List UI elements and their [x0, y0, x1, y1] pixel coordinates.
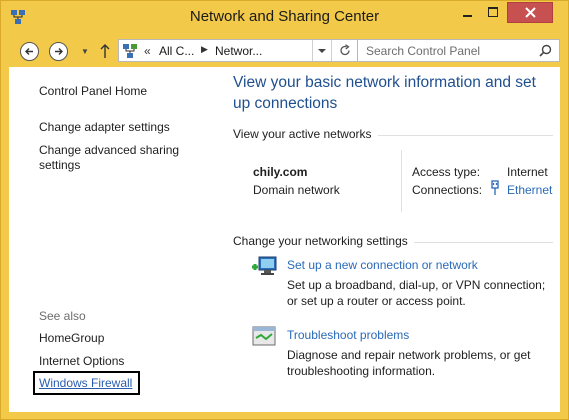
- navigation-bar: ▼ « All C... ▶ Networ... Search Control …: [9, 35, 560, 67]
- sidebar-item-windows-firewall[interactable]: Windows Firewall: [39, 376, 132, 391]
- connections-label: Connections:: [412, 183, 483, 197]
- ethernet-icon: [491, 180, 499, 195]
- breadcrumb-all-control-panel[interactable]: All C...: [159, 44, 194, 58]
- refresh-icon: [340, 44, 350, 56]
- change-settings-label: Change your networking settings: [233, 234, 408, 248]
- control-panel-icon: [123, 44, 137, 58]
- ethernet-connection-link[interactable]: Ethernet: [507, 183, 552, 197]
- divider: [378, 135, 553, 136]
- address-bar[interactable]: « All C... ▶ Networ...: [118, 39, 359, 62]
- network-type: Domain network: [253, 183, 340, 197]
- new-connection-icon: [252, 256, 277, 275]
- troubleshoot-problems-description: Diagnose and repair network problems, or…: [287, 348, 531, 378]
- up-arrow-icon[interactable]: [99, 42, 111, 60]
- maximize-button[interactable]: [480, 2, 506, 22]
- minimize-button[interactable]: [454, 2, 480, 22]
- arrow-left-icon: [25, 48, 33, 55]
- task-pane: Control Panel Home Change adapter settin…: [9, 67, 219, 412]
- forward-button[interactable]: [49, 42, 68, 61]
- sidebar-item-change-advanced-sharing[interactable]: Change advanced sharing settings: [39, 143, 189, 173]
- sidebar-item-internet-options[interactable]: Internet Options: [39, 354, 124, 369]
- sidebar-item-control-panel-home[interactable]: Control Panel Home: [39, 84, 147, 99]
- refresh-button[interactable]: [331, 40, 358, 61]
- title-bar[interactable]: Network and Sharing Center: [1, 1, 568, 33]
- breadcrumb-overflow[interactable]: «: [144, 44, 151, 58]
- setup-new-connection-description: Set up a broadband, dial-up, or VPN conn…: [287, 278, 546, 308]
- see-also-label: See also: [39, 309, 86, 323]
- search-input[interactable]: Search Control Panel: [357, 39, 560, 62]
- back-button[interactable]: [20, 42, 39, 61]
- active-networks-label: View your active networks: [233, 127, 372, 141]
- troubleshoot-problems-link[interactable]: Troubleshoot problems: [287, 328, 409, 342]
- sidebar-item-change-adapter-settings[interactable]: Change adapter settings: [39, 120, 170, 135]
- access-type-label: Access type:: [412, 165, 481, 179]
- search-icon[interactable]: [539, 44, 552, 57]
- address-dropdown-button[interactable]: [312, 40, 331, 61]
- close-icon: [525, 7, 536, 18]
- breadcrumb-network[interactable]: Networ...: [215, 44, 262, 58]
- breadcrumb-separator-icon[interactable]: ▶: [201, 44, 208, 55]
- content-area: Control Panel Home Change adapter settin…: [9, 67, 560, 412]
- main-panel: View your basic network information and …: [233, 67, 560, 412]
- troubleshoot-icon: [252, 326, 276, 346]
- window: Network and Sharing Center ▼ « All C... …: [0, 0, 569, 420]
- access-type-value: Internet: [507, 165, 548, 179]
- arrow-right-icon: [55, 48, 63, 55]
- search-placeholder: Search Control Panel: [366, 44, 481, 58]
- close-button[interactable]: [507, 2, 553, 23]
- vertical-divider: [401, 150, 402, 212]
- page-title: View your basic network information and …: [233, 74, 536, 112]
- network-name: chily.com: [253, 165, 308, 179]
- recent-locations-chevron-icon[interactable]: ▼: [81, 47, 89, 56]
- divider: [414, 242, 553, 243]
- setup-new-connection-link[interactable]: Set up a new connection or network: [287, 258, 478, 272]
- sidebar-item-homegroup[interactable]: HomeGroup: [39, 331, 104, 346]
